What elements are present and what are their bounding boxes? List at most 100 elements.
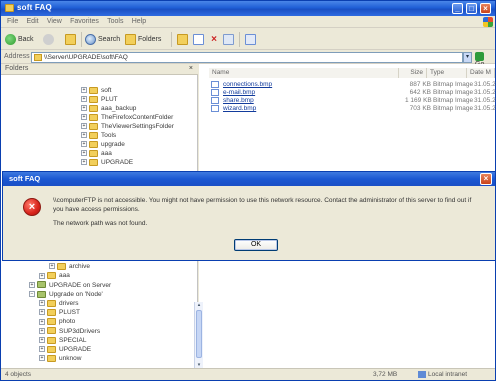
file-row[interactable]: connections.bmp 887 KB Bitmap Image 31.05.2 bbox=[211, 81, 496, 89]
menu-help[interactable]: Help bbox=[132, 18, 146, 25]
up-folder-button[interactable] bbox=[65, 33, 78, 46]
back-button[interactable]: Back bbox=[5, 33, 34, 46]
address-dropdown-icon[interactable]: ▾ bbox=[463, 52, 472, 63]
file-name[interactable]: wizard.bmp bbox=[223, 105, 256, 113]
back-arrow-icon bbox=[5, 33, 16, 45]
tree-folder[interactable]: + SUP3dDrivers bbox=[39, 327, 100, 336]
file-row[interactable]: e-mail.bmp 642 KB Bitmap Image 31.05.2 bbox=[211, 89, 496, 97]
scrollbar-thumb[interactable] bbox=[196, 310, 202, 358]
maximize-button[interactable]: □ bbox=[466, 3, 477, 14]
expand-icon[interactable]: + bbox=[81, 87, 87, 94]
tree-folder[interactable]: + archive bbox=[49, 262, 90, 271]
up-folder-icon bbox=[65, 33, 76, 45]
tree-folder[interactable]: + aaa bbox=[39, 271, 70, 280]
tree-folder-label: TheFirefoxContentFolder bbox=[101, 114, 174, 121]
column-type[interactable]: Type bbox=[427, 68, 467, 78]
menu-tools[interactable]: Tools bbox=[107, 18, 123, 25]
tree-folder[interactable]: + drivers bbox=[39, 299, 79, 308]
expand-icon[interactable]: + bbox=[39, 346, 45, 353]
undo-icon bbox=[223, 33, 234, 45]
column-size[interactable]: Size bbox=[399, 68, 427, 78]
error-dialog: soft FAQ × × \\computerFTP is not access… bbox=[2, 171, 496, 261]
tree-folder-label: Upgrade on 'Node' bbox=[49, 290, 103, 298]
tree-folder[interactable]: + photo bbox=[39, 317, 75, 326]
go-arrow-icon bbox=[475, 52, 484, 61]
expand-icon[interactable]: + bbox=[39, 309, 45, 316]
tree-folder[interactable]: + TheFirefoxContentFolder bbox=[81, 113, 173, 122]
expand-icon[interactable]: + bbox=[81, 96, 87, 103]
address-input[interactable]: \\Server\UPGRADE\soft\FAQ bbox=[31, 52, 463, 63]
delete-button[interactable]: × bbox=[209, 33, 221, 46]
tree-folder[interactable]: + UPGRADE on Server bbox=[29, 281, 111, 290]
close-pane-icon[interactable]: × bbox=[189, 65, 193, 72]
expand-icon[interactable]: + bbox=[81, 159, 87, 166]
forward-arrow-icon bbox=[43, 33, 54, 45]
menu-file[interactable]: File bbox=[7, 18, 18, 25]
column-name[interactable]: Name bbox=[209, 68, 399, 78]
tree-folder[interactable]: + aaa bbox=[81, 149, 112, 158]
undo-button[interactable] bbox=[223, 33, 236, 46]
tree-folder-label: unknow bbox=[59, 355, 82, 363]
tree-folder-label: TheViewerSettingsFolder bbox=[101, 123, 174, 130]
tree-vertical-scrollbar[interactable]: ▴ ▾ bbox=[194, 302, 203, 368]
minimize-button[interactable]: _ bbox=[452, 3, 463, 14]
expand-icon[interactable]: + bbox=[29, 281, 35, 288]
folders-icon bbox=[125, 33, 136, 45]
tree-folder[interactable]: + PLUT bbox=[81, 95, 118, 104]
column-date[interactable]: Date M bbox=[467, 68, 495, 78]
folders-button[interactable]: Folders bbox=[125, 33, 161, 46]
expand-icon[interactable]: + bbox=[81, 105, 87, 112]
tree-folder-label: UPGRADE bbox=[101, 159, 134, 166]
file-name[interactable]: connections.bmp bbox=[223, 81, 272, 89]
expand-icon[interactable]: + bbox=[81, 141, 87, 148]
menu-view[interactable]: View bbox=[47, 18, 62, 25]
search-button[interactable]: Search bbox=[85, 33, 120, 46]
move-to-button[interactable] bbox=[177, 33, 190, 46]
expand-icon[interactable]: + bbox=[39, 355, 45, 362]
forward-button[interactable] bbox=[43, 33, 56, 46]
close-button[interactable]: × bbox=[480, 3, 491, 14]
expand-icon[interactable]: + bbox=[39, 337, 45, 344]
status-zone-label: Local intranet bbox=[428, 371, 468, 379]
tree-folder[interactable]: − Upgrade on 'Node' bbox=[29, 290, 103, 299]
go-button[interactable]: Go bbox=[475, 52, 495, 68]
tree-folder[interactable]: + UPGRADE bbox=[81, 158, 133, 167]
dialog-title-bar[interactable]: soft FAQ × bbox=[3, 172, 495, 186]
expand-icon[interactable]: − bbox=[29, 291, 35, 298]
tree-folder[interactable]: + UPGRADE bbox=[39, 345, 91, 354]
expand-icon[interactable]: + bbox=[39, 300, 45, 307]
file-row[interactable]: wizard.bmp 703 KB Bitmap Image 31.05.2 bbox=[211, 105, 496, 113]
expand-icon[interactable]: + bbox=[81, 150, 87, 157]
tree-folder[interactable]: + TheViewerSettingsFolder bbox=[81, 122, 174, 131]
status-objects: 4 objects bbox=[5, 371, 32, 378]
folder-icon bbox=[89, 86, 98, 94]
folder-icon bbox=[89, 95, 98, 103]
file-name[interactable]: share.bmp bbox=[223, 97, 254, 105]
file-name[interactable]: e-mail.bmp bbox=[223, 89, 255, 97]
expand-icon[interactable]: + bbox=[39, 318, 45, 325]
tree-folder[interactable]: + soft bbox=[81, 86, 111, 95]
tree-folder[interactable]: + Tools bbox=[81, 131, 116, 140]
views-button[interactable] bbox=[245, 33, 258, 46]
scroll-up-icon[interactable]: ▴ bbox=[196, 302, 202, 308]
expand-icon[interactable]: + bbox=[81, 123, 87, 130]
ok-button[interactable]: OK bbox=[234, 239, 278, 251]
tree-folder[interactable]: + upgrade bbox=[81, 140, 125, 149]
expand-icon[interactable]: + bbox=[39, 327, 45, 334]
tree-folder[interactable]: + PLUST bbox=[39, 308, 80, 317]
expand-icon[interactable]: + bbox=[81, 114, 87, 121]
copy-to-button[interactable] bbox=[193, 33, 206, 46]
tree-folder[interactable]: + unknow bbox=[39, 354, 81, 363]
expand-icon[interactable]: + bbox=[39, 272, 45, 279]
tree-folder[interactable]: + aaa_backup bbox=[81, 104, 136, 113]
tree-folder[interactable]: + SPECIAL bbox=[39, 336, 86, 345]
expand-icon[interactable]: + bbox=[81, 132, 87, 139]
bitmap-file-icon bbox=[211, 81, 219, 88]
menu-edit[interactable]: Edit bbox=[27, 18, 39, 25]
title-bar[interactable]: soft FAQ _ □ × bbox=[1, 1, 495, 16]
menu-favorites[interactable]: Favorites bbox=[70, 18, 99, 25]
status-zone: Local intranet bbox=[418, 371, 467, 378]
expand-icon[interactable]: + bbox=[49, 263, 55, 270]
file-row[interactable]: share.bmp 1 169 KB Bitmap Image 31.05.2 bbox=[211, 97, 496, 105]
dialog-close-button[interactable]: × bbox=[480, 173, 492, 185]
